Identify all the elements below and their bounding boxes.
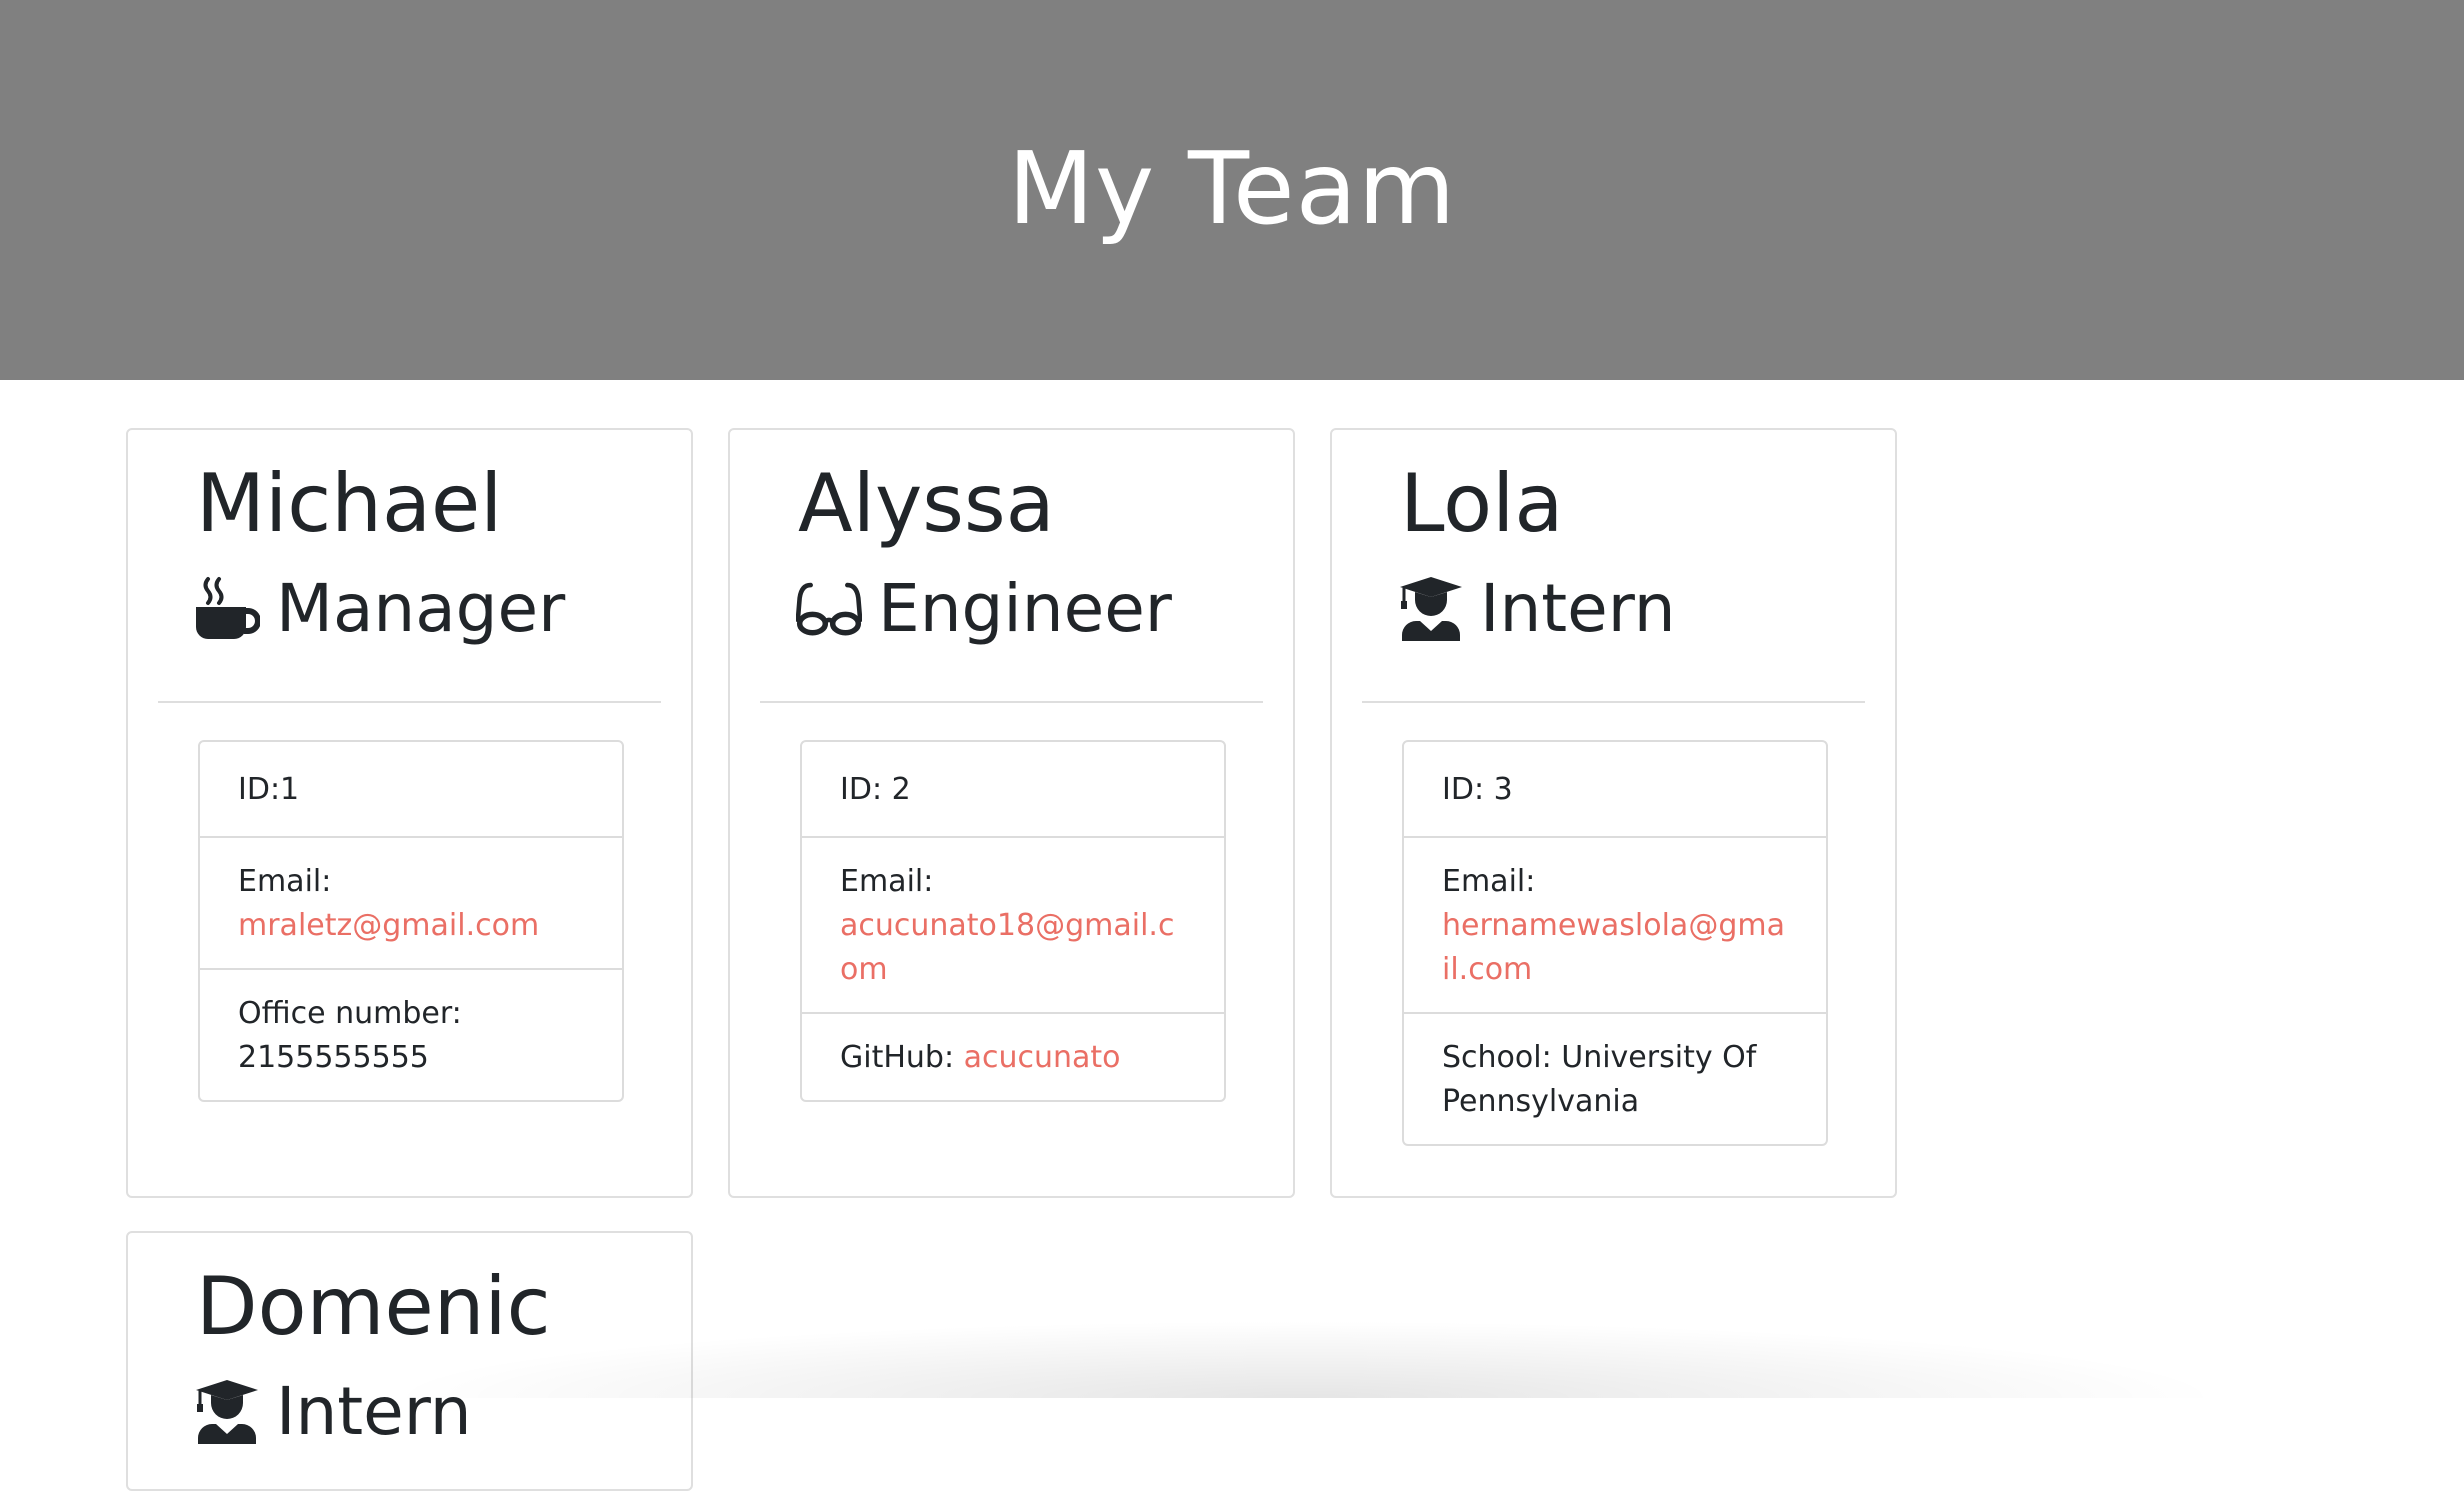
employee-name: Lola: [1400, 457, 1564, 550]
employee-id: ID: 2: [802, 742, 1224, 838]
employee-role-label: Manager: [276, 569, 566, 647]
email-link[interactable]: mraletz@gmail.com: [238, 908, 539, 943]
office-number-item: Office number: 2155555555: [200, 970, 622, 1100]
coffee-mug-icon: [196, 577, 260, 639]
glasses-icon: [796, 582, 862, 636]
email-label: Email:: [238, 864, 332, 899]
employee-card: Lola Intern ID: 3 Email: hernamewaslola@…: [1330, 428, 1897, 1198]
email-link[interactable]: hernamewaslola@gmail.com: [1442, 908, 1785, 987]
employee-role-label: Engineer: [878, 569, 1172, 647]
employee-email-item: Email: mraletz@gmail.com: [200, 838, 622, 970]
office-number-label: Office number:: [238, 996, 462, 1031]
employee-details-list: ID: 2 Email: acucunato18@gmail.com GitHu…: [800, 740, 1226, 1102]
github-item: GitHub: acucunato: [802, 1014, 1224, 1100]
employee-role-label: Intern: [276, 1372, 472, 1450]
employee-card: Domenic Intern: [126, 1231, 693, 1491]
employee-details-list: ID:1 Email: mraletz@gmail.com Office num…: [198, 740, 624, 1102]
page-header: My Team: [0, 0, 2464, 380]
office-number-value: 2155555555: [238, 1040, 429, 1075]
github-label: GitHub:: [840, 1040, 955, 1075]
employee-email-item: Email: acucunato18@gmail.com: [802, 838, 1224, 1014]
employee-role: Manager: [194, 568, 565, 648]
employee-name: Domenic: [196, 1260, 551, 1353]
email-label: Email:: [1442, 864, 1536, 899]
email-link[interactable]: acucunato18@gmail.com: [840, 908, 1174, 987]
employee-name: Alyssa: [798, 457, 1055, 550]
employee-name: Michael: [196, 457, 503, 550]
email-label: Email:: [840, 864, 934, 899]
graduate-icon: [196, 1380, 258, 1444]
school-item: School: University Of Pennsylvania: [1404, 1014, 1826, 1144]
employee-card: Michael Manager ID:1 Email: mraletz@gmai…: [126, 428, 693, 1198]
employee-id: ID:1: [200, 742, 622, 838]
school-label: School:: [1442, 1040, 1552, 1075]
employee-id: ID: 3: [1404, 742, 1826, 838]
employee-card: Alyssa Engineer ID: 2 Email: acucunato18…: [728, 428, 1295, 1198]
employee-role: Intern: [194, 1371, 472, 1451]
employee-role-label: Intern: [1480, 569, 1676, 647]
graduate-icon: [1400, 577, 1462, 641]
employee-email-item: Email: hernamewaslola@gmail.com: [1404, 838, 1826, 1014]
employee-role: Engineer: [796, 568, 1172, 648]
github-link[interactable]: acucunato: [964, 1040, 1121, 1075]
page-title: My Team: [1007, 129, 1457, 247]
employee-role: Intern: [1398, 568, 1676, 648]
employee-details-list: ID: 3 Email: hernamewaslola@gmail.com Sc…: [1402, 740, 1828, 1146]
